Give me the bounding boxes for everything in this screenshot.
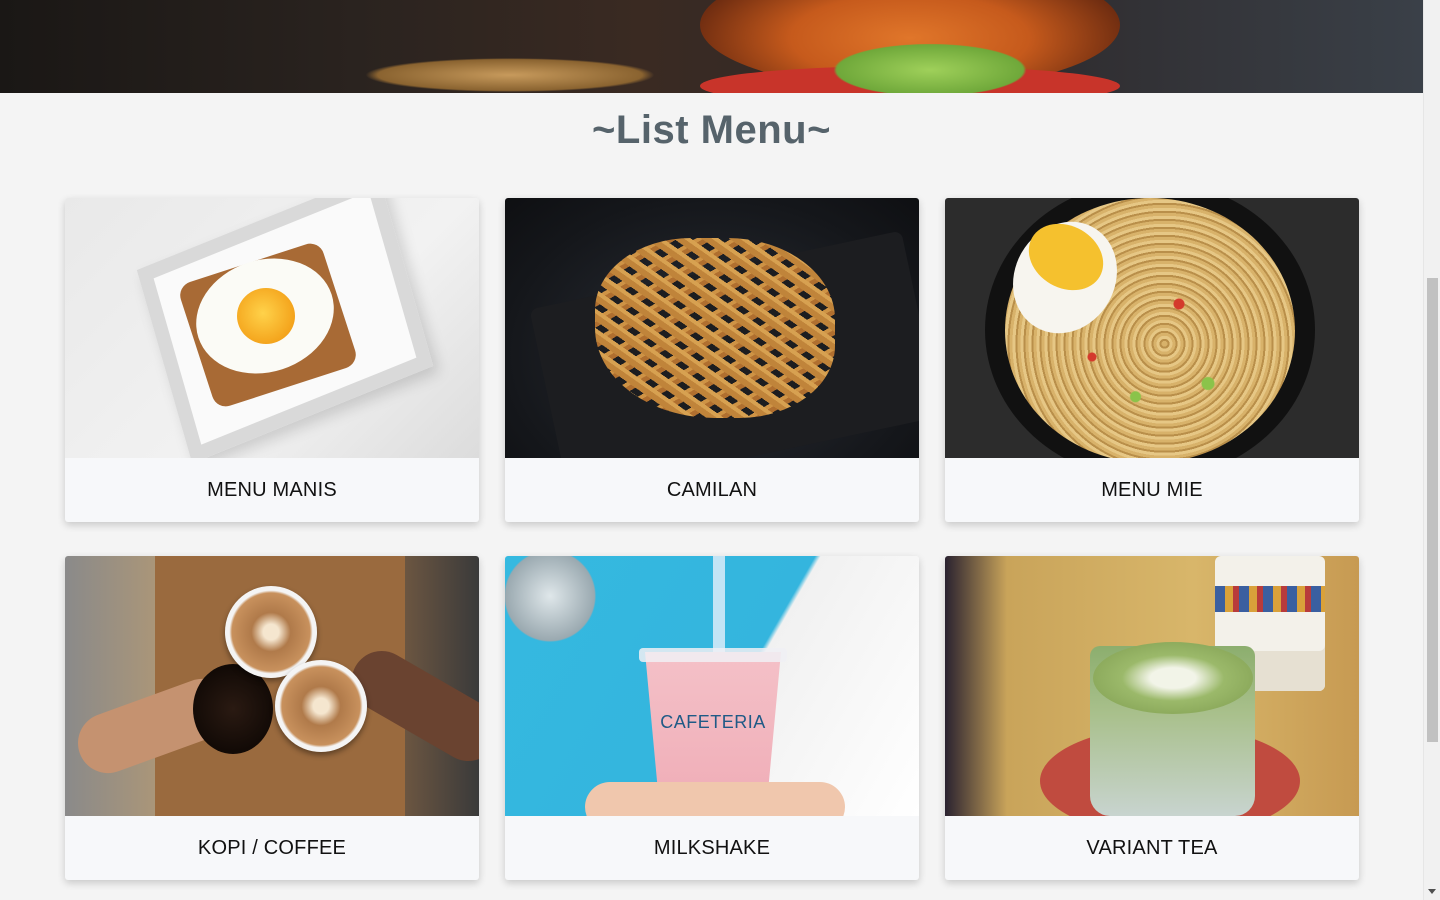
- cup-brand-text: CAFETERIA: [660, 712, 766, 732]
- menu-card-label: MENU MANIS: [207, 478, 337, 501]
- page-title: ~List Menu~: [592, 108, 831, 152]
- menu-card-label: KOPI / COFFEE: [197, 836, 347, 859]
- menu-card-mie[interactable]: MENU MIE: [945, 198, 1359, 522]
- hero-banner-image: [0, 0, 1423, 93]
- menu-card-label: MILKSHAKE: [653, 836, 771, 859]
- menu-card-milkshake[interactable]: CAFETERIA MILKSHAKE: [505, 556, 919, 880]
- menu-card-camilan[interactable]: CAMILAN: [505, 198, 919, 522]
- milkshake-image: CAFETERIA: [505, 556, 919, 816]
- scrollbar-thumb[interactable]: [1427, 278, 1438, 742]
- coffee-cups-image: [65, 556, 479, 816]
- menu-card-label: CAMILAN: [666, 478, 758, 501]
- menu-card-label: MENU MIE: [1101, 478, 1203, 501]
- page: ~List Menu~ MENU MANIS CAMILAN MENU MIE …: [0, 0, 1440, 900]
- vertical-scrollbar[interactable]: [1423, 0, 1440, 900]
- egg-toast-image: [65, 198, 479, 458]
- menu-card-kopi[interactable]: KOPI / COFFEE: [65, 556, 479, 880]
- menu-card-tea[interactable]: VARIANT TEA: [945, 556, 1359, 880]
- matcha-latte-image: [945, 556, 1359, 816]
- menu-card-label: VARIANT TEA: [1086, 836, 1218, 859]
- noodle-bowl-image: [945, 198, 1359, 458]
- menu-card-manis[interactable]: MENU MANIS: [65, 198, 479, 522]
- scroll-down-arrow-icon[interactable]: [1428, 889, 1436, 894]
- french-fries-image: [505, 198, 919, 458]
- menu-grid: MENU MANIS CAMILAN MENU MIE KOPI / COFFE…: [65, 198, 1359, 880]
